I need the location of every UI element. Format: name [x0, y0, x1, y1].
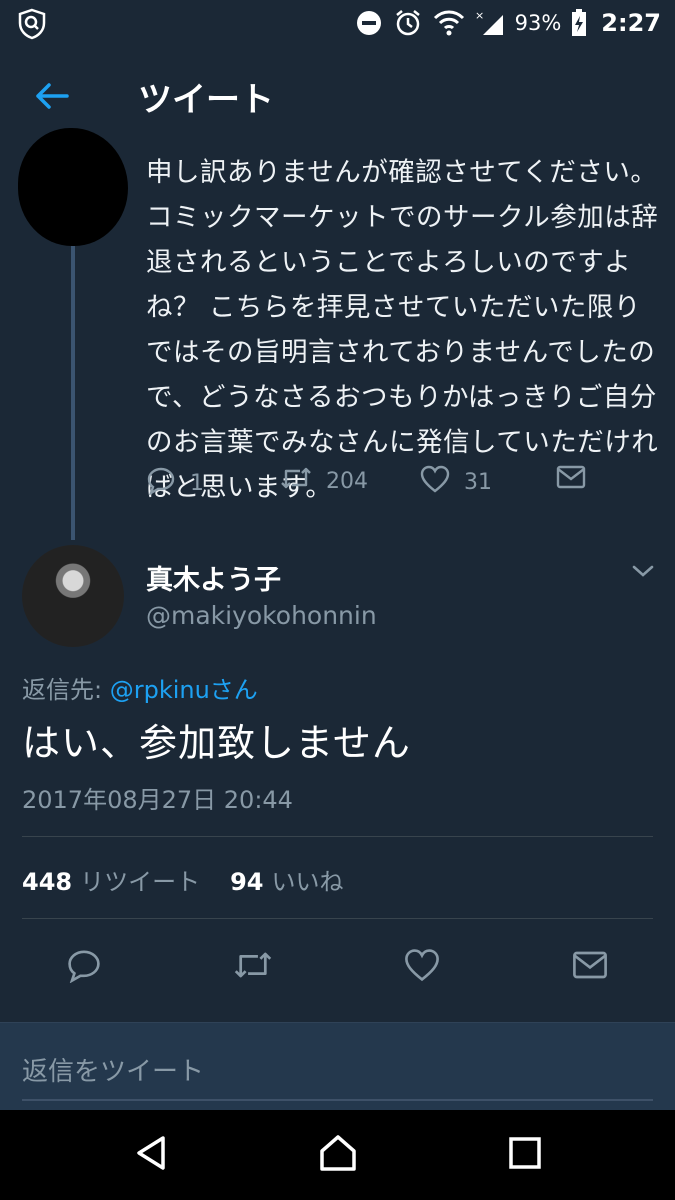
wifi-icon: [433, 10, 465, 36]
divider: [22, 918, 653, 919]
tweet-text: はい、参加致しません: [22, 721, 411, 765]
retweet-button[interactable]: [231, 945, 275, 989]
signal-icon: ×: [475, 9, 505, 37]
retweet-icon: [280, 465, 312, 497]
retweet-count: 204: [326, 468, 368, 494]
reply-button[interactable]: [62, 945, 106, 989]
battery-charging-icon: [571, 9, 587, 37]
reply-input[interactable]: 返信をツイート: [22, 1051, 204, 1088]
previous-tweet-text: 申し訳ありませんが確認させてください。コミックマーケットでのサークル参加は辞退さ…: [146, 157, 659, 503]
share-button[interactable]: [568, 945, 612, 989]
svg-text:×: ×: [475, 9, 484, 22]
retweet-action[interactable]: 204: [280, 465, 368, 497]
avatar[interactable]: [22, 545, 124, 647]
back-button[interactable]: [30, 76, 74, 120]
nav-back-button[interactable]: [128, 1132, 174, 1178]
thread-connector-line: [71, 240, 75, 540]
reply-icon: [146, 465, 176, 501]
clock: 2:27: [601, 9, 661, 37]
previous-tweet-actions: 1 204 31: [146, 465, 646, 505]
heart-icon: [404, 948, 440, 986]
reply-to-mention[interactable]: @rpkinuさん: [110, 676, 258, 704]
reply-action[interactable]: 1: [146, 465, 204, 501]
reply-count: 1: [190, 470, 204, 496]
heart-icon: [420, 465, 450, 499]
reply-input-underline: [22, 1099, 653, 1101]
reply-composer: 返信をツイート: [0, 1022, 675, 1111]
like-action[interactable]: 31: [420, 465, 492, 499]
square-recents-icon: [506, 1134, 544, 1176]
app-bar: ツイート: [0, 46, 675, 146]
author-name[interactable]: 真木よう子: [146, 558, 281, 597]
like-count: 31: [464, 469, 492, 495]
envelope-icon: [556, 465, 586, 495]
status-bar: × 93% 2:27: [0, 0, 675, 46]
reply-to-line: 返信先: @rpkinuさん: [22, 670, 258, 705]
arrow-left-icon: [35, 82, 69, 114]
retweet-total[interactable]: 448: [22, 868, 72, 896]
nav-home-button[interactable]: [315, 1132, 361, 1178]
author-handle[interactable]: @makiyokohonnin: [146, 601, 377, 630]
envelope-icon: [572, 950, 608, 984]
triangle-back-icon: [131, 1133, 171, 1177]
tweet-timestamp: 2017年08月27日 20:44: [22, 786, 293, 814]
divider: [22, 836, 653, 837]
shield-search-icon: [16, 8, 48, 40]
battery-percentage: 93%: [514, 11, 562, 35]
reply-icon: [65, 947, 103, 987]
chevron-down-icon[interactable]: [628, 556, 658, 586]
do-not-disturb-icon: [355, 9, 383, 37]
system-nav-bar: [0, 1110, 675, 1200]
alarm-icon: [393, 8, 423, 38]
share-action[interactable]: [556, 465, 586, 495]
like-button[interactable]: [400, 945, 444, 989]
page-title: ツイート: [138, 80, 274, 120]
retweet-total-label[interactable]: リツイート: [80, 862, 200, 897]
like-total-label[interactable]: いいね: [272, 862, 344, 897]
redacted-avatar: [18, 128, 128, 246]
like-total[interactable]: 94: [230, 868, 263, 896]
nav-recents-button[interactable]: [502, 1132, 548, 1178]
retweet-icon: [233, 949, 273, 985]
tweet-stats: 448 リツイート 94 いいね: [22, 862, 344, 897]
tweet-actions: [0, 945, 675, 989]
reply-to-label: 返信先:: [22, 676, 110, 704]
home-icon: [317, 1133, 359, 1177]
